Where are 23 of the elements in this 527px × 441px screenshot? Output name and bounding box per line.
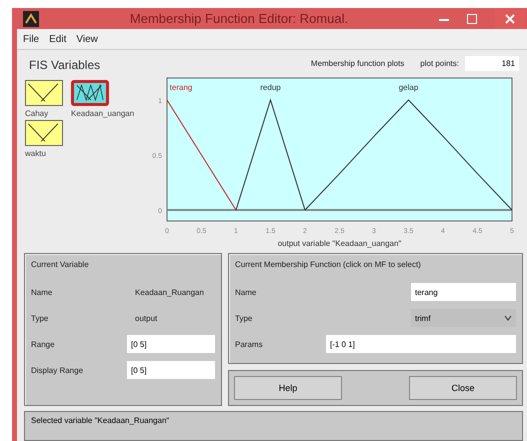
variable-label: Cahay	[25, 109, 48, 118]
x-axis-label: output variable "Keadaan_uangan"	[278, 238, 402, 248]
curve-label: gelap	[398, 82, 418, 92]
field-label: Params	[235, 340, 263, 348]
panel-title: Current Variable	[31, 260, 90, 269]
field-label: Name	[31, 288, 52, 296]
section-title: FIS Variables	[29, 58, 102, 72]
field-label: Type	[31, 314, 48, 322]
variable-label: waktu	[25, 149, 46, 158]
window-title: Membership Function Editor: Romual.	[128, 11, 350, 26]
field-label: Type	[235, 314, 252, 322]
field-label: Display Range	[31, 366, 84, 374]
variable-name: Keadaan_Ruangan	[135, 288, 205, 296]
curve-label: redup	[260, 82, 281, 92]
variable-type: output	[135, 314, 158, 322]
plot-title: Membership function plots	[310, 59, 404, 68]
panel-title: Current Membership Function (click on MF to select)	[235, 260, 422, 269]
status-bar: Selected variable "Keadaan_Ruangan"	[24, 411, 523, 441]
curve-label: terang	[170, 82, 192, 92]
field-label: Name	[235, 288, 256, 296]
field-label: Range	[31, 340, 55, 348]
variable-label: Keadaan_uangan	[71, 109, 134, 118]
plot-points-label: plot points:	[420, 59, 459, 68]
